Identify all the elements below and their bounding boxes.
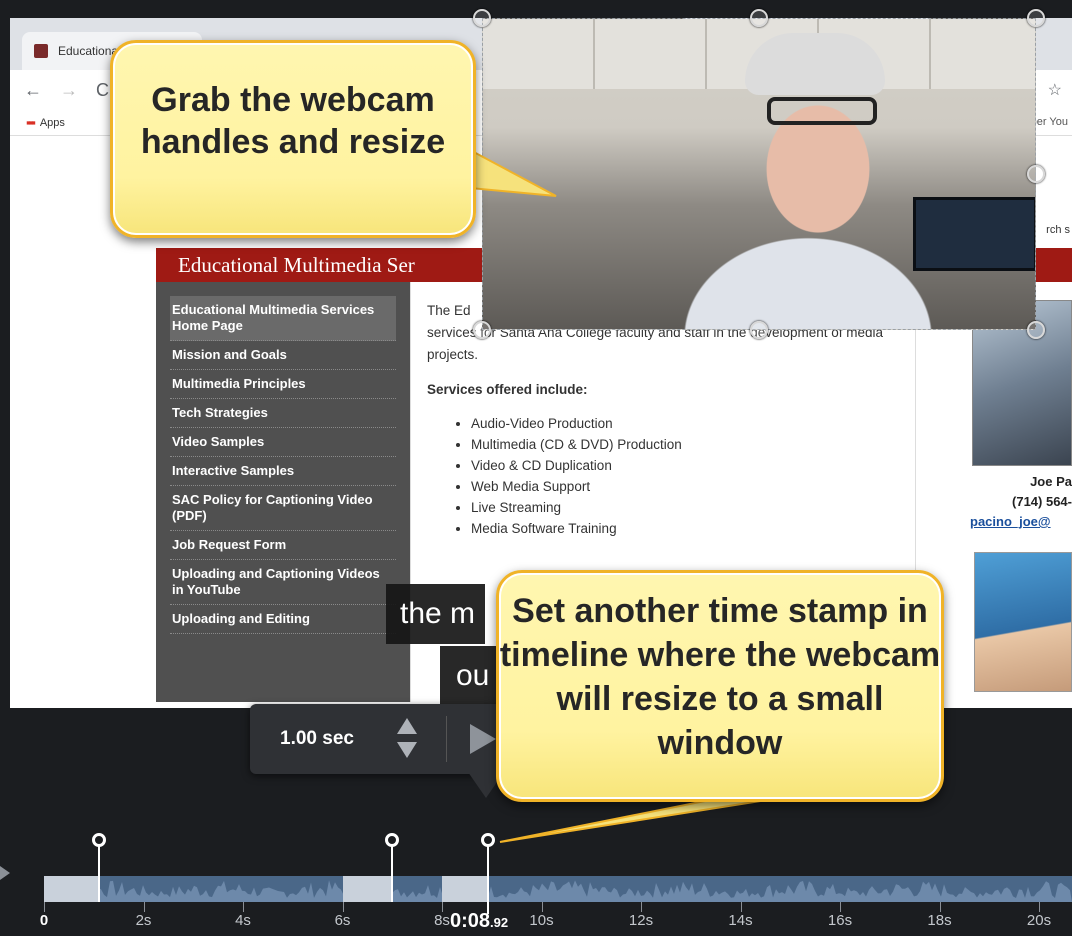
nav-item[interactable]: Interactive Samples bbox=[170, 457, 396, 486]
current-time-fraction: .92 bbox=[490, 915, 509, 930]
timestamp-marker-line bbox=[391, 846, 394, 902]
back-arrow-icon[interactable]: ← bbox=[24, 80, 42, 101]
ruler-tick bbox=[243, 902, 244, 912]
highlight-segment[interactable] bbox=[342, 876, 393, 902]
tip-callout-resize: Grab the webcam handles and resize bbox=[110, 40, 476, 238]
webcam-overlay[interactable] bbox=[482, 18, 1036, 330]
services-list: Audio-Video Production Multimedia (CD & … bbox=[471, 413, 899, 539]
ruler-tick-label: 4s bbox=[235, 912, 251, 929]
reload-icon[interactable]: C bbox=[96, 80, 109, 101]
site-banner-title: Educational Multimedia Ser bbox=[178, 253, 415, 277]
stepper-up-icon[interactable] bbox=[397, 718, 417, 734]
contact-email-link[interactable]: pacino_joe@ bbox=[970, 512, 1072, 532]
nav-item[interactable]: SAC Policy for Captioning Video (PDF) bbox=[170, 486, 396, 531]
list-item: Web Media Support bbox=[471, 476, 899, 497]
ruler-tick bbox=[740, 902, 742, 912]
ruler-tick bbox=[442, 902, 443, 912]
resize-handle-top-center[interactable] bbox=[750, 9, 768, 27]
duration-stepper[interactable] bbox=[396, 718, 418, 760]
nav-item[interactable]: Video Samples bbox=[170, 428, 396, 457]
list-item: Media Software Training bbox=[471, 518, 899, 539]
list-item: Multimedia (CD & DVD) Production bbox=[471, 434, 899, 455]
ruler-tick bbox=[840, 902, 841, 912]
resize-handle-top-left[interactable] bbox=[473, 9, 491, 27]
current-time: 0:08 bbox=[450, 910, 491, 932]
duration-panel: 1.00 sec bbox=[250, 704, 510, 774]
ruler-tick-label: 16s bbox=[827, 912, 853, 929]
ruler-tick bbox=[641, 902, 642, 912]
list-item: Live Streaming bbox=[471, 497, 899, 518]
ruler-tick bbox=[1039, 902, 1040, 912]
timestamp-marker-handle[interactable] bbox=[91, 833, 106, 847]
ruler-tick-label: 12s bbox=[628, 912, 654, 929]
apps-grid-icon[interactable]: ▪▪▪ bbox=[26, 115, 36, 130]
bookmark-star-icon[interactable]: ☆ bbox=[1048, 80, 1062, 100]
ruler-tick-label: 20s bbox=[1026, 912, 1052, 929]
duration-value: 1.00 sec bbox=[280, 728, 354, 749]
favicon-icon bbox=[34, 44, 48, 58]
nav-item[interactable]: Multimedia Principles bbox=[170, 370, 396, 399]
list-item: Audio-Video Production bbox=[471, 413, 899, 434]
ruler-tick bbox=[44, 902, 45, 912]
ruler-tick-label: 2s bbox=[135, 912, 152, 929]
timestamp-marker-line bbox=[97, 846, 100, 902]
nav-item[interactable]: Job Request Form bbox=[170, 531, 396, 560]
site-search-fragment[interactable]: rch s bbox=[1046, 224, 1070, 236]
list-item: Video & CD Duplication bbox=[471, 455, 899, 476]
intro-fragment: The Ed bbox=[427, 303, 471, 318]
ruler-tick-label: 14s bbox=[728, 912, 753, 929]
webcam-person-hair bbox=[745, 33, 885, 95]
contact-phone: (714) 564- bbox=[1012, 494, 1072, 509]
services-heading: Services offered include: bbox=[427, 382, 588, 397]
audio-track[interactable] bbox=[44, 876, 1072, 902]
tip-callout-timestamp: Set another time stamp in timeline where… bbox=[496, 570, 944, 802]
resize-handle-bottom-center[interactable] bbox=[750, 321, 768, 339]
waveform-shape bbox=[44, 880, 1072, 902]
divider bbox=[446, 716, 447, 762]
ruler-tick-label: 6s bbox=[334, 912, 351, 929]
resize-handle-bottom-right[interactable] bbox=[1027, 321, 1045, 339]
current-time-readout: 0:08.92 bbox=[450, 910, 508, 933]
highlight-segment[interactable] bbox=[44, 876, 99, 902]
nav-item[interactable]: Educational Multimedia Services Home Pag… bbox=[170, 296, 396, 341]
contact-name: Joe Pa bbox=[1030, 474, 1072, 489]
ruler-tick bbox=[939, 902, 941, 912]
webcam-person-glasses bbox=[767, 97, 877, 125]
ruler-tick-label: 0 bbox=[39, 912, 49, 929]
ruler-tick bbox=[143, 902, 145, 912]
highlight-segment[interactable] bbox=[442, 876, 488, 902]
forward-arrow-icon[interactable]: → bbox=[60, 80, 78, 101]
bookmark-apps[interactable]: Apps bbox=[40, 117, 65, 129]
intro-rest: services for Santa Ana College faculty a… bbox=[427, 325, 884, 362]
webcam-monitor bbox=[913, 197, 1035, 271]
time-ruler: 0 2s 4s 6s 8s 10s 12s 14s 16s 18s 20s bbox=[0, 902, 1072, 936]
ruler-tick-label: 10s bbox=[529, 912, 554, 929]
play-icon[interactable] bbox=[470, 724, 496, 754]
audio-waveform bbox=[44, 880, 1072, 902]
nav-item[interactable]: Uploading and Captioning Videos in YouTu… bbox=[170, 560, 396, 605]
ruler-tick bbox=[541, 902, 543, 912]
bookmark-right[interactable]: per You bbox=[1031, 116, 1068, 128]
nav-item[interactable]: Mission and Goals bbox=[170, 341, 396, 370]
site-sidebar-nav: Educational Multimedia Services Home Pag… bbox=[156, 282, 410, 702]
resize-handle-top-right[interactable] bbox=[1027, 9, 1045, 27]
resize-handle-bottom-left[interactable] bbox=[473, 321, 491, 339]
camera-operator-photo bbox=[974, 552, 1072, 692]
ruler-tick bbox=[342, 902, 344, 912]
contact-info: Joe Pa (714) 564- pacino_joe@ bbox=[970, 472, 1072, 532]
stepper-down-icon[interactable] bbox=[397, 742, 417, 758]
nav-item[interactable]: Uploading and Editing bbox=[170, 605, 396, 634]
timestamp-marker-handle[interactable] bbox=[480, 833, 495, 847]
timeline-scroll-left-icon[interactable] bbox=[0, 866, 10, 880]
ruler-tick-label: 8s bbox=[434, 912, 450, 929]
ruler-tick-label: 18s bbox=[927, 912, 952, 929]
resize-handle-middle-right[interactable] bbox=[1027, 165, 1045, 183]
nav-item[interactable]: Tech Strategies bbox=[170, 399, 396, 428]
caption-line-1: the m bbox=[386, 584, 486, 644]
